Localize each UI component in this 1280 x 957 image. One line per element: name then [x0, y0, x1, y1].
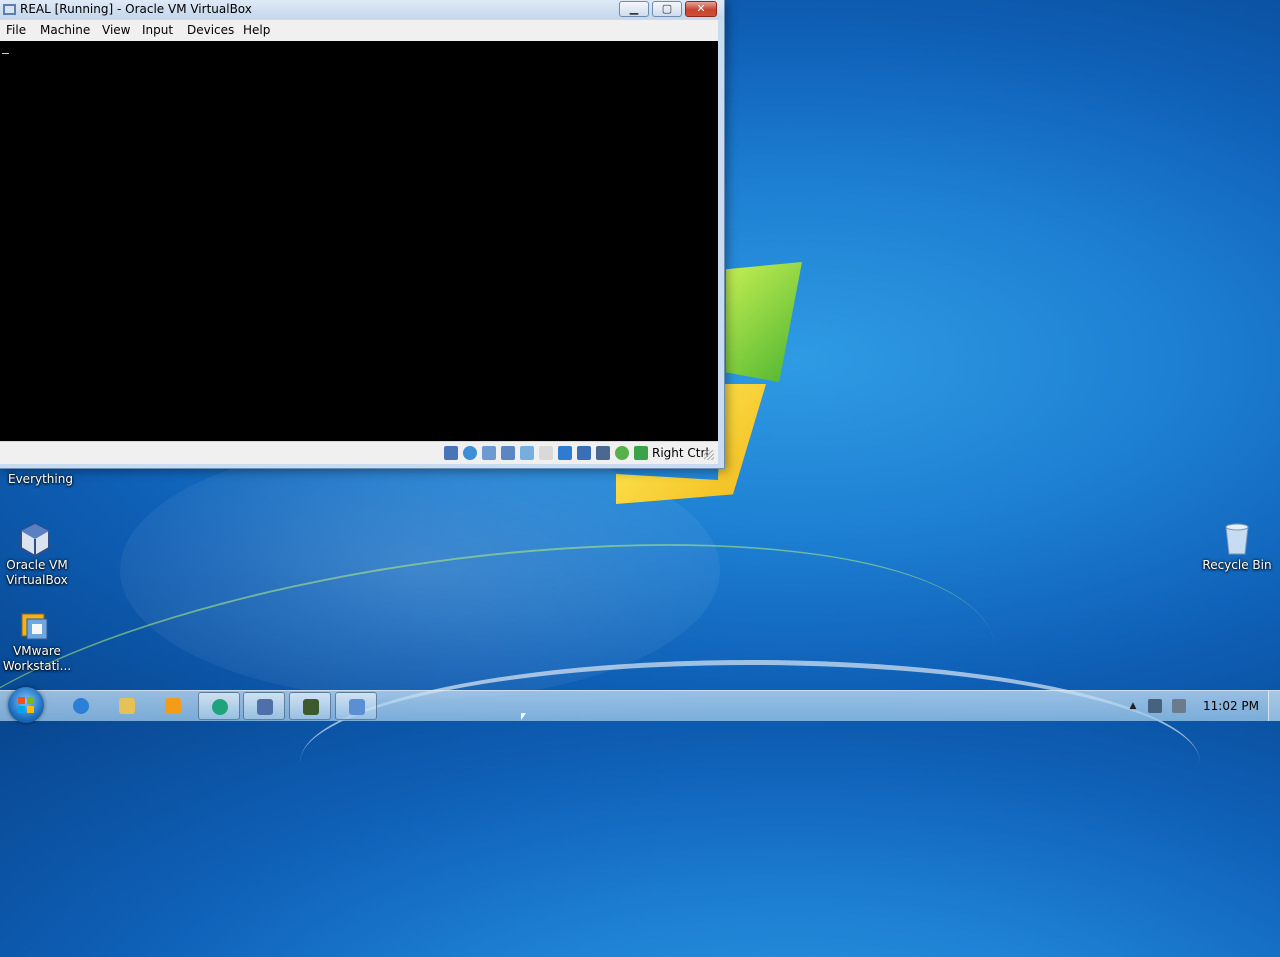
taskbar-vm-window[interactable]: [335, 692, 377, 720]
mouse-pointer-icon: [521, 713, 526, 720]
virtualbox-icon[interactable]: [19, 523, 51, 557]
wallpaper-logo-green: [726, 262, 802, 382]
windows-explorer-icon: [119, 698, 135, 714]
harddisk-icon[interactable]: [444, 446, 458, 460]
display-icon[interactable]: [558, 446, 572, 460]
menu-view[interactable]: View: [102, 23, 130, 37]
menu-machine[interactable]: Machine: [40, 23, 90, 37]
shared-folders-icon[interactable]: [539, 446, 553, 460]
vm-display[interactable]: [0, 41, 718, 441]
floppy-icon[interactable]: [482, 446, 496, 460]
maximize-button[interactable]: ▢: [652, 1, 682, 17]
window-title: REAL [Running] - Oracle VM VirtualBox: [20, 2, 252, 16]
volume-muted-icon[interactable]: [1172, 699, 1186, 713]
capture-icon[interactable]: [577, 446, 591, 460]
vm-status-bar: Right Ctrl: [0, 441, 718, 464]
optical-drive-icon[interactable]: [463, 446, 477, 460]
taskbar-media-player[interactable]: [152, 692, 194, 720]
vm-running-icon: [303, 699, 319, 715]
menu-bar: File Machine View Input Devices Help: [0, 20, 718, 41]
taskbar-virtualbox[interactable]: [243, 692, 285, 720]
maximize-icon: ▢: [661, 2, 673, 15]
window-titlebar[interactable]: REAL [Running] - Oracle VM VirtualBox ▁ …: [0, 0, 724, 19]
show-desktop-button[interactable]: [1268, 691, 1280, 721]
tray-expand-icon[interactable]: ▲: [1126, 699, 1140, 713]
text-cursor: [2, 53, 9, 54]
taskbar-app-green[interactable]: [198, 692, 240, 720]
internet-explorer-icon: [73, 698, 89, 714]
guest-additions-icon[interactable]: [615, 446, 629, 460]
close-icon: ✕: [696, 2, 706, 15]
virtualbox-window[interactable]: REAL [Running] - Oracle VM VirtualBox ▁ …: [0, 0, 725, 469]
taskbar-windows-explorer[interactable]: [106, 692, 148, 720]
network-icon[interactable]: [501, 446, 515, 460]
minimize-button[interactable]: ▁: [619, 1, 649, 17]
windows-logo-pane: [27, 697, 34, 704]
vmware-icon[interactable]: [19, 611, 51, 643]
taskbar: ▲ 11:02 PM: [0, 687, 1280, 723]
windows-logo-pane: [27, 706, 34, 713]
desktop-icon-vmware-label[interactable]: VMware Workstati...: [2, 644, 72, 674]
menu-file[interactable]: File: [6, 23, 26, 37]
taskbar-vm-running[interactable]: [289, 692, 331, 720]
desktop-icon-virtualbox-label[interactable]: Oracle VM VirtualBox: [2, 558, 72, 588]
vm-window-icon: [349, 699, 365, 715]
media-player-icon: [165, 698, 181, 714]
windows-logo-icon: [18, 697, 25, 704]
network-tray-icon[interactable]: [1148, 699, 1162, 713]
start-button[interactable]: [8, 687, 44, 723]
recycle-bin-icon[interactable]: [1222, 522, 1252, 556]
virtualization-icon[interactable]: [596, 446, 610, 460]
taskbar-clock[interactable]: 11:02 PM: [1203, 699, 1259, 713]
taskbar-internet-explorer[interactable]: [60, 692, 102, 720]
resize-grip-icon[interactable]: [704, 450, 714, 460]
virtualbox-app-icon: [3, 4, 16, 15]
menu-help[interactable]: Help: [243, 23, 270, 37]
app-green-icon: [212, 699, 228, 715]
usb-icon[interactable]: [520, 446, 534, 460]
close-button[interactable]: ✕: [685, 1, 717, 17]
everything-label[interactable]: Everything: [8, 472, 73, 487]
windows-logo-pane: [18, 706, 25, 713]
desktop-icon-recycle-bin-label[interactable]: Recycle Bin: [1201, 558, 1273, 573]
menu-devices[interactable]: Devices: [187, 23, 234, 37]
menu-input[interactable]: Input: [142, 23, 173, 37]
host-key-label: Right Ctrl: [652, 446, 709, 460]
virtualbox-taskbar-icon: [257, 699, 273, 715]
minimize-icon: ▁: [629, 2, 639, 15]
mouse-integration-icon[interactable]: [634, 446, 648, 460]
